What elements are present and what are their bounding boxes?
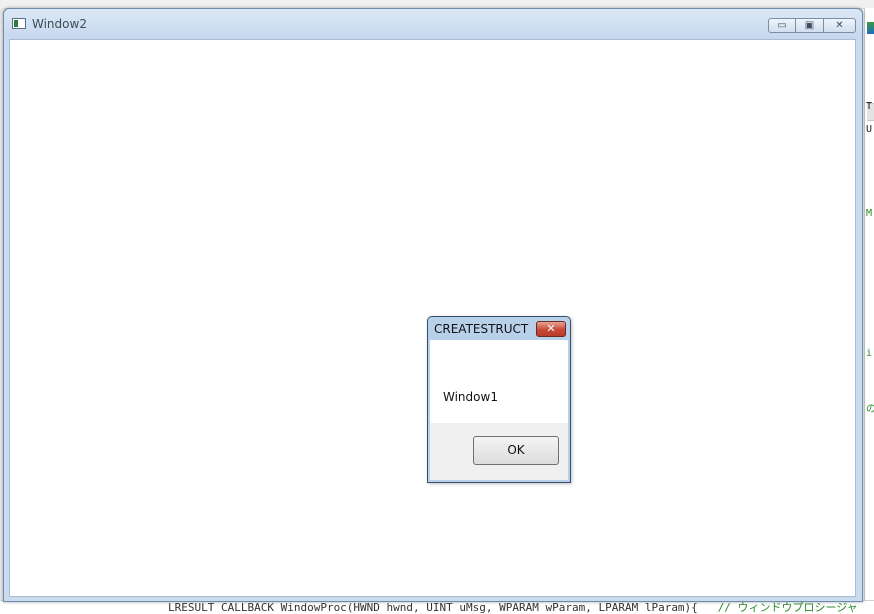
background-code-char: U xyxy=(866,124,873,135)
background-code-editor-edge: T U M i の xyxy=(864,8,874,614)
close-icon: ✕ xyxy=(546,322,556,335)
message-box-body: Window1 OK xyxy=(430,340,568,480)
maximize-icon: ▣ xyxy=(804,20,815,31)
background-code-text: LRESULT CALLBACK WindowProc(HWND hwnd, U… xyxy=(168,601,858,614)
message-box-footer: OK xyxy=(430,423,568,480)
ok-button[interactable]: OK xyxy=(473,436,559,465)
close-icon: ✕ xyxy=(835,20,844,31)
message-box-close-button[interactable]: ✕ xyxy=(536,321,566,337)
caption-buttons: ▭ ▣ ✕ xyxy=(768,18,856,35)
main-window: Window2 ▭ ▣ ✕ xyxy=(3,8,863,602)
maximize-button[interactable]: ▣ xyxy=(796,18,824,33)
window-title: Window2 xyxy=(32,17,87,31)
desktop: T U M i の LRESULT CALLBACK WindowProc(HW… xyxy=(0,0,874,614)
background-code-char: T xyxy=(866,101,873,112)
background-code-char: の xyxy=(866,404,874,415)
message-box: CREATESTRUCT ✕ Window1 OK xyxy=(427,316,571,483)
window-titlebar[interactable]: Window2 ▭ ▣ ✕ xyxy=(4,9,862,39)
minimize-icon: ▭ xyxy=(777,20,787,31)
app-window-icon[interactable] xyxy=(12,18,26,29)
message-text: Window1 xyxy=(443,390,498,404)
background-toolbar-icon xyxy=(867,22,874,34)
background-code-char: M xyxy=(866,208,873,219)
background-code-signature: LRESULT CALLBACK WindowProc(HWND hwnd, U… xyxy=(168,601,698,614)
message-box-title: CREATESTRUCT xyxy=(434,322,529,336)
background-code-line: LRESULT CALLBACK WindowProc(HWND hwnd, U… xyxy=(0,600,874,614)
minimize-button[interactable]: ▭ xyxy=(768,18,796,33)
close-button[interactable]: ✕ xyxy=(824,18,856,33)
background-code-comment: // ウィンドウプロシージャ xyxy=(717,601,858,614)
background-code-char: i xyxy=(866,348,873,359)
